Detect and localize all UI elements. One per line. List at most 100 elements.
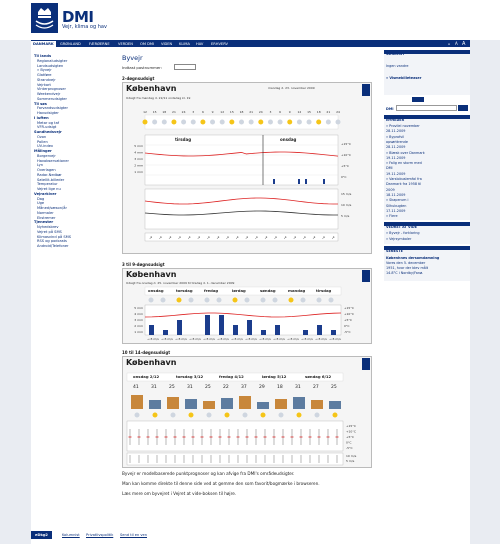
news-item[interactable]: 28.11.2009	[386, 145, 405, 149]
sidebar-item[interactable]: » Byvejr	[37, 68, 52, 72]
news-item[interactable]: 28.11.2009	[386, 129, 405, 133]
probability-value: 41	[133, 384, 139, 390]
sidebar-item[interactable]: Metar og taf	[37, 121, 59, 125]
news-item[interactable]: » Byprofvil	[386, 135, 404, 139]
sidebar-item[interactable]: Vejrkort	[37, 83, 51, 87]
news-item[interactable]: 18.11.2009	[386, 193, 405, 197]
news-item[interactable]: 2009	[386, 188, 395, 192]
news-item[interactable]: » Falig en storm med	[386, 161, 422, 165]
temp-axis-label: +15°C	[341, 142, 351, 146]
probability-bar	[293, 397, 305, 409]
date-2day: mandag d. 23. november 2009	[268, 86, 315, 90]
sidebar-item[interactable]: Måned/sæson/år	[37, 206, 67, 210]
print-icon[interactable]	[362, 358, 370, 370]
day-label: tirsdag	[316, 288, 332, 293]
weather-icon	[335, 119, 341, 125]
sidebar-item[interactable]: Regionaludsigter	[37, 59, 67, 63]
sidebar-item[interactable]: Vejrarkiver	[34, 192, 56, 196]
sidebar-item[interactable]: UV-index	[37, 144, 53, 148]
sidebar-item[interactable]: RSS og podcasts	[37, 239, 67, 243]
probability-value: 25	[169, 384, 175, 390]
sidebar-item[interactable]: Farvandsudsigter	[37, 106, 68, 110]
weather-icon	[171, 119, 177, 125]
sidebar-item[interactable]: Sundhedsvejr	[34, 130, 62, 134]
sidebar-item[interactable]: Havudsigter	[37, 111, 59, 115]
sidebar-item[interactable]: Landsudsigten	[37, 64, 63, 68]
sidebar-item[interactable]: Nyhedsbrev	[37, 225, 58, 229]
footer-link-kolumnist[interactable]: Kolumnist	[62, 533, 80, 537]
dmi-logo[interactable]	[31, 3, 58, 33]
wind-arrow-icon: ↗	[283, 235, 286, 240]
probability-bar	[185, 399, 197, 409]
sidebar-item[interactable]: Til søs	[34, 102, 47, 106]
wind-arrow-icon: → 8 m/s	[287, 337, 299, 341]
sidebar-item[interactable]: Vinterprognoser	[37, 87, 66, 91]
14day-wind-plot	[126, 452, 344, 466]
news-item[interactable]: 19.11.2009	[386, 156, 405, 160]
wind-arrow-icon: ↗	[168, 235, 171, 240]
postnummer-input[interactable]	[174, 64, 196, 70]
news-item[interactable]: DMI	[386, 166, 393, 170]
sidebar-item[interactable]: VFR-udsigt	[37, 125, 56, 129]
sidebar-item[interactable]: Målinger	[34, 149, 52, 153]
sidebar-item[interactable]: Lyn	[37, 163, 43, 167]
news-item[interactable]: 19.11.2009	[386, 172, 405, 176]
day-label: onsdag	[280, 137, 297, 142]
weather-icon	[224, 412, 230, 418]
sidebar-item[interactable]: Strandvejr	[37, 78, 56, 82]
sidebar-item[interactable]: Klimasvind på SMS	[37, 235, 71, 239]
section-2day-title: 2-døgnsudsigt	[122, 76, 155, 81]
sidebar-item[interactable]: Normaler	[37, 211, 54, 215]
print-icon[interactable]	[362, 270, 370, 282]
sidebar-item[interactable]: Borgervejr	[37, 154, 56, 158]
news-item[interactable]: » Varslobuslemfal fra	[386, 177, 422, 181]
sidebar-item[interactable]: Overlagen	[37, 168, 56, 172]
search-list-box	[384, 50, 470, 95]
print-icon[interactable]	[362, 84, 370, 96]
news-item[interactable]: opsørttrende	[386, 140, 408, 144]
news-item[interactable]: » Flere	[386, 214, 398, 218]
sidebar-item[interactable]: Havobservationer	[37, 159, 69, 163]
weather-icon	[242, 412, 248, 418]
news-item[interactable]: Danmark fra 1958 til	[386, 182, 421, 186]
sidebar-item[interactable]: Temperatur	[37, 182, 58, 186]
sidebar-item[interactable]: Dag	[37, 197, 44, 201]
vejret-link-symboler[interactable]: » Vejrsymboler	[386, 237, 411, 241]
sidebar-item[interactable]: Pollen	[37, 140, 48, 144]
site-search-input[interactable]	[396, 105, 457, 111]
hour-label: 24	[182, 110, 186, 114]
search-icon[interactable]	[458, 105, 468, 111]
sidebar-item[interactable]: Radar-Nedbør	[37, 173, 62, 177]
temp-axis-label: 0°C	[344, 324, 350, 328]
weather-icon	[296, 119, 302, 125]
news-item[interactable]: 17.11.2009	[386, 209, 405, 213]
sidebar-item[interactable]: Ozon	[37, 135, 46, 139]
sidebar-item[interactable]: Til lands	[34, 54, 51, 58]
footer-link-send[interactable]: Send til en ven	[120, 533, 147, 537]
sidebar-item[interactable]: Tjenester	[34, 220, 53, 224]
vejret-link-forklaring[interactable]: » Byvejr - forklaring	[386, 231, 420, 235]
probability-value: 31	[295, 384, 301, 390]
news-item[interactable]: » Skaperum i	[386, 198, 408, 202]
sidebar-item[interactable]: Sommerudsigter	[37, 97, 67, 101]
news-item[interactable]: » Provilel november	[386, 124, 420, 128]
toggle-button[interactable]	[412, 97, 424, 102]
sidebar-item[interactable]: Uge	[37, 201, 44, 205]
sidebar-item[interactable]: Weekendvejr	[37, 92, 60, 96]
news-item[interactable]: Silhubugten	[386, 204, 406, 208]
sidebar-item[interactable]: Vejret på SMS	[37, 230, 62, 234]
news-item[interactable]: » Blæsk over Danmark	[386, 151, 425, 155]
weather-icon	[239, 119, 244, 125]
sidebar-item[interactable]: Ekstremer	[37, 216, 55, 220]
sidebar-item[interactable]: Glatføre	[37, 73, 51, 77]
temp-axis-label: 0°C	[341, 175, 347, 179]
sidebar-item[interactable]: Satellit-billeder	[37, 178, 64, 182]
sidebar-item[interactable]: Android/Telefoner	[37, 244, 69, 248]
sidebar-item[interactable]: I luften	[34, 116, 49, 120]
probability-value: 22	[223, 384, 229, 390]
rain-axis-label: 5 mm	[134, 306, 143, 310]
search-link[interactable]: » Vismebilleteaser	[386, 76, 421, 80]
wind-arrow-icon: ↗	[264, 235, 267, 240]
sidebar-item[interactable]: Vejret lige nu	[37, 187, 61, 191]
footer-link-privacy[interactable]: Privatlivspolitik	[86, 533, 113, 537]
